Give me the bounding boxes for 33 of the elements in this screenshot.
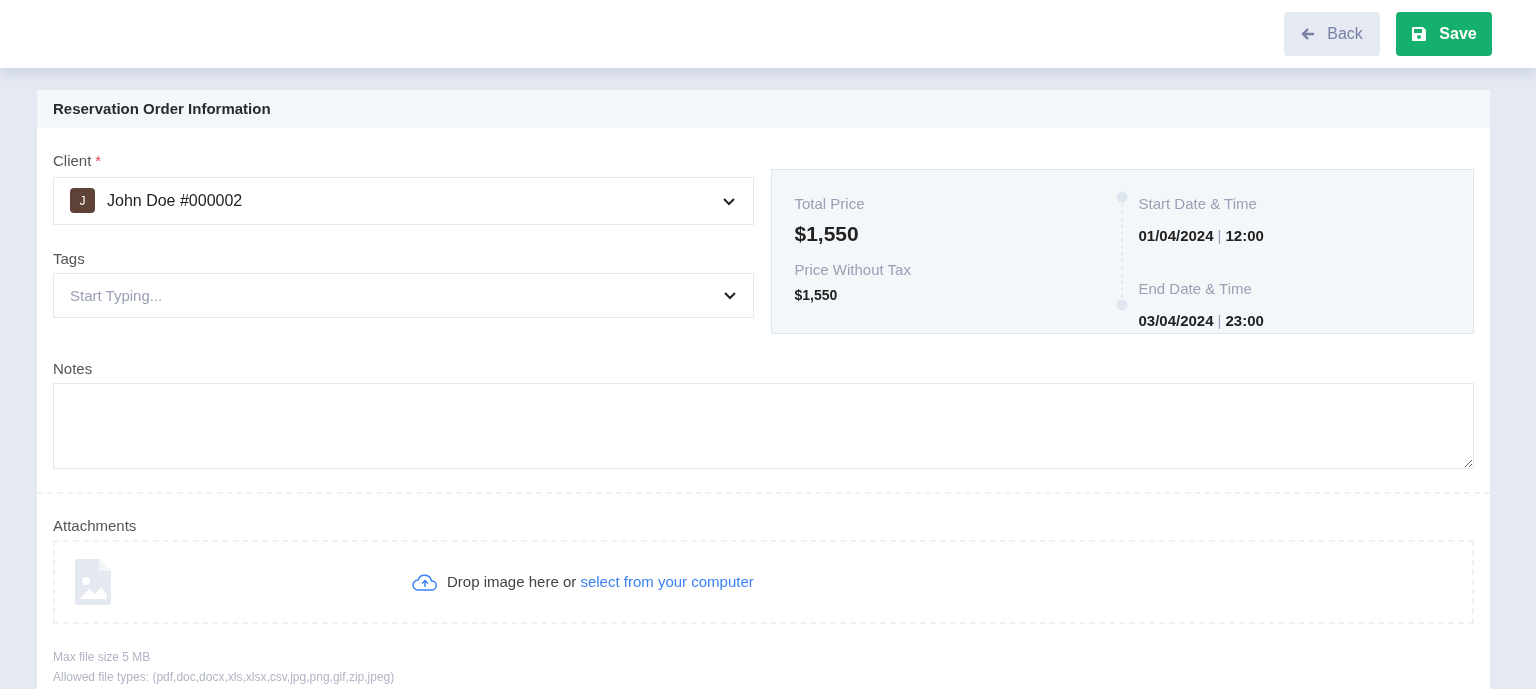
- cloud-upload-icon: [411, 572, 439, 592]
- notes-field[interactable]: [53, 382, 1474, 469]
- image-file-icon: [75, 559, 111, 605]
- date-value: 01/04/2024: [1138, 225, 1214, 246]
- separator: |: [1217, 225, 1222, 246]
- back-button[interactable]: Back: [1284, 12, 1380, 56]
- total-price-value: $1,550: [794, 220, 860, 247]
- client-select[interactable]: J John Doe #000002: [53, 176, 755, 225]
- select-file-link[interactable]: select from your computer: [580, 572, 754, 590]
- field-label: Tags: [53, 248, 86, 269]
- price-without-tax-label: Price Without Tax: [794, 260, 912, 280]
- max-size-note: Max file size 5 MB: [53, 649, 152, 666]
- date-value: 03/04/2024: [1138, 310, 1214, 331]
- price-without-tax-value: $1,550: [794, 285, 839, 305]
- date-label: End Date & Time: [1138, 279, 1253, 299]
- drop-zone[interactable]: Drop image here or select from your computer: [53, 540, 1474, 624]
- time-value: 23:00: [1225, 310, 1264, 331]
- separator: |: [1217, 310, 1222, 331]
- client-value: John Doe #000002: [107, 190, 244, 211]
- drop-instructions: Drop image here or select from your computer: [447, 571, 754, 592]
- required-mark: *: [95, 151, 102, 171]
- date-label: Start Date & Time: [1138, 194, 1258, 214]
- save-button[interactable]: Save: [1396, 12, 1492, 56]
- tags-select[interactable]: Start Typing...: [53, 273, 755, 318]
- allowed-types-note: Allowed file types: (pdf,doc,docx,xls,xlsx,csv,jpg,png,gif,zip,jpeg): [53, 669, 396, 686]
- field-label: Notes: [53, 359, 94, 379]
- field-label: Attachments: [53, 515, 138, 536]
- arrow-left-icon: [1301, 27, 1316, 41]
- card-title: Reservation Order Information: [53, 98, 271, 119]
- time-value: 12:00: [1225, 225, 1264, 246]
- total-price-label: Total Price: [794, 194, 866, 214]
- avatar: J: [70, 188, 95, 213]
- field-label: Client: [53, 151, 92, 171]
